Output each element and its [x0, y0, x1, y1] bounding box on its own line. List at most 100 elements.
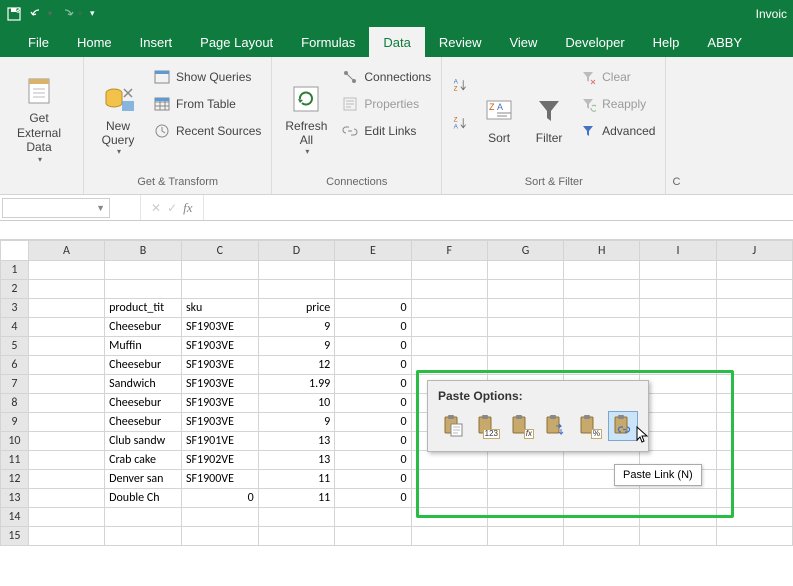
cell-F4[interactable] [411, 318, 487, 337]
advanced-button[interactable]: Advanced [576, 119, 659, 143]
cell-C3[interactable]: sku [181, 299, 258, 318]
cell-B13[interactable]: Double Ch [105, 489, 182, 508]
cell-F1[interactable] [411, 261, 487, 280]
cell-G5[interactable] [487, 337, 563, 356]
cell-J5[interactable] [716, 337, 792, 356]
cell-D10[interactable]: 13 [258, 432, 335, 451]
cell-C13[interactable]: 0 [181, 489, 258, 508]
enter-icon[interactable]: ✓ [167, 201, 177, 215]
cell-D7[interactable]: 1.99 [258, 375, 335, 394]
cell-A6[interactable] [28, 356, 104, 375]
cell-E4[interactable]: 0 [335, 318, 411, 337]
row-header-2[interactable]: 2 [1, 280, 29, 299]
cell-B10[interactable]: Club sandw [105, 432, 182, 451]
cell-C11[interactable]: SF1902VE [181, 451, 258, 470]
row-header-6[interactable]: 6 [1, 356, 29, 375]
cancel-icon[interactable]: ✕ [151, 201, 161, 215]
cell-D9[interactable]: 9 [258, 413, 335, 432]
edit-links-button[interactable]: Edit Links [338, 119, 435, 143]
cell-D15[interactable] [258, 527, 335, 546]
cell-C1[interactable] [181, 261, 258, 280]
cell-A8[interactable] [28, 394, 104, 413]
col-header-B[interactable]: B [105, 241, 182, 261]
get-external-data-button[interactable]: Get External Data▾ [6, 61, 72, 174]
tab-help[interactable]: Help [639, 27, 694, 57]
cell-B7[interactable]: Sandwich [105, 375, 182, 394]
cell-C5[interactable]: SF1903VE [181, 337, 258, 356]
cell-D14[interactable] [258, 508, 335, 527]
sort-az-button[interactable]: AZ [448, 71, 472, 99]
tab-view[interactable]: View [495, 27, 551, 57]
cell-B5[interactable]: Muffin [105, 337, 182, 356]
cell-D13[interactable]: 11 [258, 489, 335, 508]
cell-H1[interactable] [564, 261, 640, 280]
cell-C7[interactable]: SF1903VE [181, 375, 258, 394]
cell-H15[interactable] [564, 527, 640, 546]
tab-insert[interactable]: Insert [126, 27, 187, 57]
cell-C15[interactable] [181, 527, 258, 546]
col-header-J[interactable]: J [716, 241, 792, 261]
row-header-7[interactable]: 7 [1, 375, 29, 394]
chevron-down-icon[interactable]: ▼ [96, 203, 105, 213]
paste-option-paste[interactable] [438, 411, 468, 441]
paste-option-transpose[interactable] [540, 411, 570, 441]
cell-D1[interactable] [258, 261, 335, 280]
cell-E7[interactable]: 0 [335, 375, 411, 394]
cell-A14[interactable] [28, 508, 104, 527]
select-all-cell[interactable] [1, 241, 29, 261]
cell-I3[interactable] [640, 299, 716, 318]
cell-I1[interactable] [640, 261, 716, 280]
clear-button[interactable]: Clear [576, 65, 659, 89]
sort-za-button[interactable]: ZA [448, 109, 472, 137]
cell-J1[interactable] [716, 261, 792, 280]
cell-I2[interactable] [640, 280, 716, 299]
cell-F15[interactable] [411, 527, 487, 546]
cell-C8[interactable]: SF1903VE [181, 394, 258, 413]
cell-D5[interactable]: 9 [258, 337, 335, 356]
cell-E15[interactable] [335, 527, 411, 546]
cell-D6[interactable]: 12 [258, 356, 335, 375]
cell-H5[interactable] [564, 337, 640, 356]
cell-C9[interactable]: SF1903VE [181, 413, 258, 432]
cell-F3[interactable] [411, 299, 487, 318]
col-header-I[interactable]: I [640, 241, 716, 261]
cell-C4[interactable]: SF1903VE [181, 318, 258, 337]
cell-B11[interactable]: Crab cake [105, 451, 182, 470]
cell-J15[interactable] [716, 527, 792, 546]
col-header-C[interactable]: C [181, 241, 258, 261]
cell-D8[interactable]: 10 [258, 394, 335, 413]
reapply-button[interactable]: Reapply [576, 92, 659, 116]
cell-G2[interactable] [487, 280, 563, 299]
cell-J4[interactable] [716, 318, 792, 337]
tab-page-layout[interactable]: Page Layout [186, 27, 287, 57]
tab-formulas[interactable]: Formulas [287, 27, 369, 57]
cell-B4[interactable]: Cheesebur [105, 318, 182, 337]
cell-D2[interactable] [258, 280, 335, 299]
row-header-1[interactable]: 1 [1, 261, 29, 280]
cell-A4[interactable] [28, 318, 104, 337]
cell-E5[interactable]: 0 [335, 337, 411, 356]
cell-C2[interactable] [181, 280, 258, 299]
cell-A13[interactable] [28, 489, 104, 508]
properties-button[interactable]: Properties [338, 92, 435, 116]
cell-A2[interactable] [28, 280, 104, 299]
cell-E11[interactable]: 0 [335, 451, 411, 470]
cell-H2[interactable] [564, 280, 640, 299]
paste-option-values[interactable]: 123 [472, 411, 502, 441]
name-box[interactable]: ▼ [2, 198, 110, 218]
cell-A9[interactable] [28, 413, 104, 432]
sort-button[interactable]: ZA Sort [476, 61, 522, 174]
cell-A3[interactable] [28, 299, 104, 318]
redo-icon[interactable]: ▾ [60, 7, 82, 21]
col-header-D[interactable]: D [258, 241, 335, 261]
row-header-11[interactable]: 11 [1, 451, 29, 470]
from-table-button[interactable]: From Table [150, 92, 265, 116]
row-header-5[interactable]: 5 [1, 337, 29, 356]
cell-B14[interactable] [105, 508, 182, 527]
undo-icon[interactable]: ▾ [30, 7, 52, 21]
paste-option-formulas[interactable]: fx [506, 411, 536, 441]
cell-E6[interactable]: 0 [335, 356, 411, 375]
row-header-12[interactable]: 12 [1, 470, 29, 489]
cell-B8[interactable]: Cheesebur [105, 394, 182, 413]
paste-option-formatting[interactable]: % [574, 411, 604, 441]
